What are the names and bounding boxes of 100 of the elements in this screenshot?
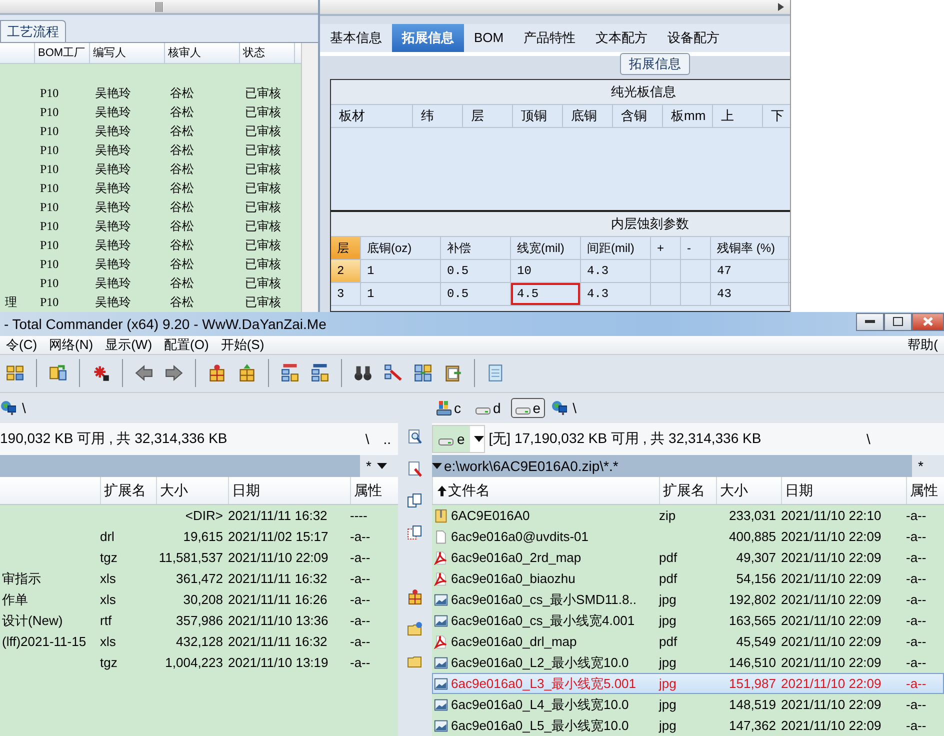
close-button[interactable] bbox=[912, 312, 944, 331]
pdf-icon[interactable] bbox=[434, 550, 448, 564]
file-name[interactable]: 6ac9e016a0_2rd_map bbox=[451, 550, 582, 565]
column-header[interactable]: + bbox=[651, 237, 681, 259]
file-name[interactable]: 6AC9E016A0 bbox=[451, 508, 530, 523]
column-header[interactable]: 顶铜 bbox=[513, 105, 563, 127]
path-bar[interactable]: e:\work\6AC9E016A0.zip\*.* bbox=[432, 455, 912, 477]
tab[interactable]: 基本信息 bbox=[320, 24, 392, 52]
sort-arrow-icon[interactable] bbox=[436, 484, 448, 496]
column-header[interactable]: 纬 bbox=[413, 105, 463, 127]
file-row[interactable]: 6ac9e016a0_cs_最小SMD11.8.. jpg 192,802 2021/11/10 22:09 -a-- bbox=[432, 589, 944, 610]
back-arrow-icon[interactable] bbox=[135, 364, 153, 382]
tab[interactable]: 拓展信息 bbox=[392, 24, 464, 52]
column-header[interactable]: 属性 bbox=[906, 477, 944, 504]
column-header[interactable]: 核审人 bbox=[165, 43, 240, 63]
file-row[interactable]: 6ac9e016a0_biaozhu pdf 54,156 2021/11/10 22:09 -a-- bbox=[432, 568, 944, 589]
column-header[interactable]: 板mm bbox=[663, 105, 713, 127]
copy-icon[interactable] bbox=[407, 493, 423, 509]
root-button[interactable]: \ bbox=[859, 430, 878, 448]
column-header[interactable]: 日期 bbox=[228, 477, 350, 504]
scroll-right-icon[interactable] bbox=[778, 3, 784, 11]
image-file-icon[interactable] bbox=[434, 718, 448, 732]
ftp-icon[interactable] bbox=[281, 364, 299, 382]
dropdown-icon[interactable] bbox=[432, 462, 442, 470]
file-row[interactable]: 6AC9E016A0 zip 233,031 2021/11/10 22:10 -a-- bbox=[432, 505, 944, 526]
file-name[interactable]: 6ac9e016a0_cs_最小SMD11.8.. bbox=[451, 590, 636, 608]
file-name[interactable]: 6ac9e016a0_L2_最小线宽10.0 bbox=[451, 654, 629, 672]
drive-path[interactable]: \ bbox=[22, 400, 26, 416]
file-name[interactable]: 6ac9e016a0_L5_最小线宽10.0 bbox=[451, 716, 629, 734]
move-icon[interactable] bbox=[407, 525, 423, 541]
drive-dropdown[interactable]: e bbox=[432, 425, 485, 453]
column-header[interactable]: 底铜(oz) bbox=[361, 237, 441, 259]
pdf-icon[interactable] bbox=[434, 634, 448, 648]
menu-item[interactable]: 帮助( bbox=[902, 336, 944, 354]
drive-path[interactable]: \ bbox=[572, 400, 576, 416]
column-header[interactable]: 底铜 bbox=[563, 105, 613, 127]
column-header[interactable]: - bbox=[681, 237, 711, 259]
column-header[interactable]: 上 bbox=[713, 105, 763, 127]
tab[interactable]: BOM bbox=[464, 24, 514, 52]
drive-button[interactable]: d bbox=[471, 398, 505, 418]
column-header[interactable]: 层 bbox=[331, 237, 361, 259]
archive-icon[interactable] bbox=[434, 508, 448, 522]
maximize-button[interactable] bbox=[884, 312, 912, 331]
column-header[interactable]: 属性 bbox=[350, 477, 398, 504]
dropdown-icon[interactable] bbox=[474, 435, 484, 443]
package-icon[interactable] bbox=[238, 364, 256, 382]
forward-arrow-icon[interactable] bbox=[165, 364, 183, 382]
file-name[interactable]: 6ac9e016a0_L3_最小线宽5.001 bbox=[451, 674, 636, 692]
new-folder-icon[interactable] bbox=[407, 621, 423, 637]
tab[interactable]: 文本配方 bbox=[586, 24, 658, 52]
tree-icon[interactable] bbox=[6, 364, 24, 382]
file-name[interactable]: 审指示 bbox=[0, 570, 100, 588]
file-row[interactable]: 6ac9e016a0_L4_最小线宽10.0 jpg 148,519 2021/11/10 22:09 -a-- bbox=[432, 694, 944, 715]
column-header[interactable]: 扩展名 bbox=[659, 477, 716, 504]
file-icon[interactable] bbox=[434, 530, 448, 544]
menu-item[interactable]: 显示(W) bbox=[99, 336, 158, 354]
drive-button[interactable]: e bbox=[510, 398, 545, 418]
column-header[interactable]: 日期 bbox=[781, 477, 906, 504]
column-header[interactable]: 大小 bbox=[156, 477, 228, 504]
package-icon[interactable] bbox=[407, 589, 423, 605]
drive-button[interactable]: c bbox=[432, 398, 465, 418]
file-name[interactable]: 6ac9e016a0_cs_最小线宽4.001 bbox=[451, 612, 635, 630]
file-row[interactable]: 6ac9e016a0@uvdits-01 400,885 2021/11/10 22:09 -a-- bbox=[432, 526, 944, 547]
file-name[interactable]: (lff)2021-11-15 bbox=[0, 634, 100, 649]
column-header[interactable]: 板材 bbox=[331, 105, 413, 127]
image-file-icon[interactable] bbox=[434, 656, 448, 670]
menu-item[interactable]: 配置(O) bbox=[158, 336, 215, 354]
rename-icon[interactable] bbox=[384, 364, 402, 382]
notepad-icon[interactable] bbox=[487, 364, 505, 382]
scrollbar[interactable] bbox=[301, 43, 318, 312]
file-name[interactable]: 6ac9e016a0@uvdits-01 bbox=[451, 529, 589, 544]
compare-icon[interactable] bbox=[414, 364, 432, 382]
filter-label[interactable]: * bbox=[912, 458, 930, 474]
folder-sync-icon[interactable] bbox=[49, 364, 67, 382]
image-file-icon[interactable] bbox=[434, 614, 448, 628]
minimize-button[interactable] bbox=[856, 312, 884, 331]
column-header[interactable]: 大小 bbox=[716, 477, 781, 504]
column-header[interactable]: 含铜 bbox=[613, 105, 663, 127]
file-row[interactable]: 6ac9e016a0_cs_最小线宽4.001 jpg 163,565 2021/11/10 22:09 -a-- bbox=[432, 610, 944, 631]
file-name[interactable]: 作单 bbox=[0, 590, 100, 608]
image-file-icon[interactable] bbox=[434, 592, 448, 606]
file-name[interactable]: 设计(New) bbox=[0, 612, 100, 630]
menu-item[interactable]: 令(C) bbox=[0, 336, 44, 354]
file-row[interactable]: 6ac9e016a0_L3_最小线宽5.001 jpg 151,987 2021/11/10 22:09 -a-- bbox=[432, 673, 944, 694]
tab[interactable]: 设备配方 bbox=[658, 24, 730, 52]
dropdown-icon[interactable] bbox=[377, 462, 388, 470]
menu-item[interactable]: 开始(S) bbox=[214, 336, 270, 354]
tab[interactable]: 产品特性 bbox=[514, 24, 586, 52]
column-header[interactable]: BOM工厂 bbox=[35, 43, 90, 63]
column-header[interactable]: 层 bbox=[463, 105, 513, 127]
system-drive-icon[interactable] bbox=[436, 400, 452, 416]
column-header[interactable]: 状态 bbox=[240, 43, 295, 63]
pdf-icon[interactable] bbox=[434, 572, 448, 586]
splitter-grip-icon[interactable] bbox=[155, 2, 163, 12]
file-name[interactable]: 6ac9e016a0_biaozhu bbox=[451, 571, 576, 586]
binoculars-icon[interactable] bbox=[354, 364, 372, 382]
asterisk-icon[interactable] bbox=[92, 364, 110, 382]
file-name[interactable]: 6ac9e016a0_drl_map bbox=[451, 634, 577, 649]
column-header[interactable]: 文件名 bbox=[432, 477, 659, 504]
url-icon[interactable] bbox=[311, 364, 329, 382]
